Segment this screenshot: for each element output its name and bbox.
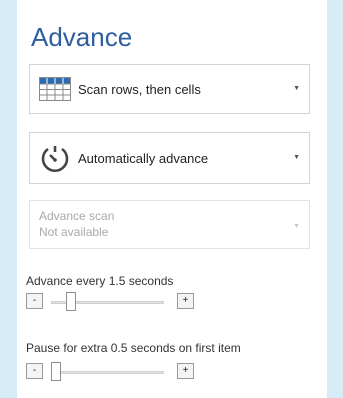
pause-first-slider-thumb[interactable] — [51, 362, 61, 381]
pause-first-increase-button[interactable]: + — [177, 363, 194, 379]
chevron-down-icon: ▼ — [293, 85, 300, 92]
advance-scan-dropdown: Advance scan Not available ▼ — [29, 200, 310, 249]
advance-every-label: Advance every 1.5 seconds — [26, 274, 174, 288]
chevron-down-icon: ▼ — [293, 154, 300, 161]
advance-every-slider-thumb[interactable] — [66, 292, 77, 311]
advance-scan-status: Not available — [39, 225, 109, 239]
page-title: Advance — [31, 22, 133, 52]
advance-mode-dropdown[interactable]: Automatically advance ▼ — [29, 132, 310, 184]
advance-every-increase-button[interactable]: + — [177, 293, 194, 309]
scan-mode-label: Scan rows, then cells — [78, 82, 201, 97]
advance-panel: Advance Scan rows, then cells ▼ Automati… — [17, 0, 327, 398]
advance-every-decrease-button[interactable]: - — [26, 293, 43, 309]
pause-first-label: Pause for extra 0.5 seconds on first ite… — [26, 341, 241, 355]
pause-first-track[interactable] — [51, 371, 164, 374]
chevron-down-icon: ▼ — [293, 223, 300, 230]
timer-icon — [39, 143, 71, 180]
pause-first-decrease-button[interactable]: - — [26, 363, 43, 379]
advance-mode-label: Automatically advance — [78, 151, 209, 166]
grid-icon — [39, 77, 71, 106]
scan-mode-dropdown[interactable]: Scan rows, then cells ▼ — [29, 64, 310, 114]
advance-scan-title: Advance scan — [39, 209, 115, 223]
